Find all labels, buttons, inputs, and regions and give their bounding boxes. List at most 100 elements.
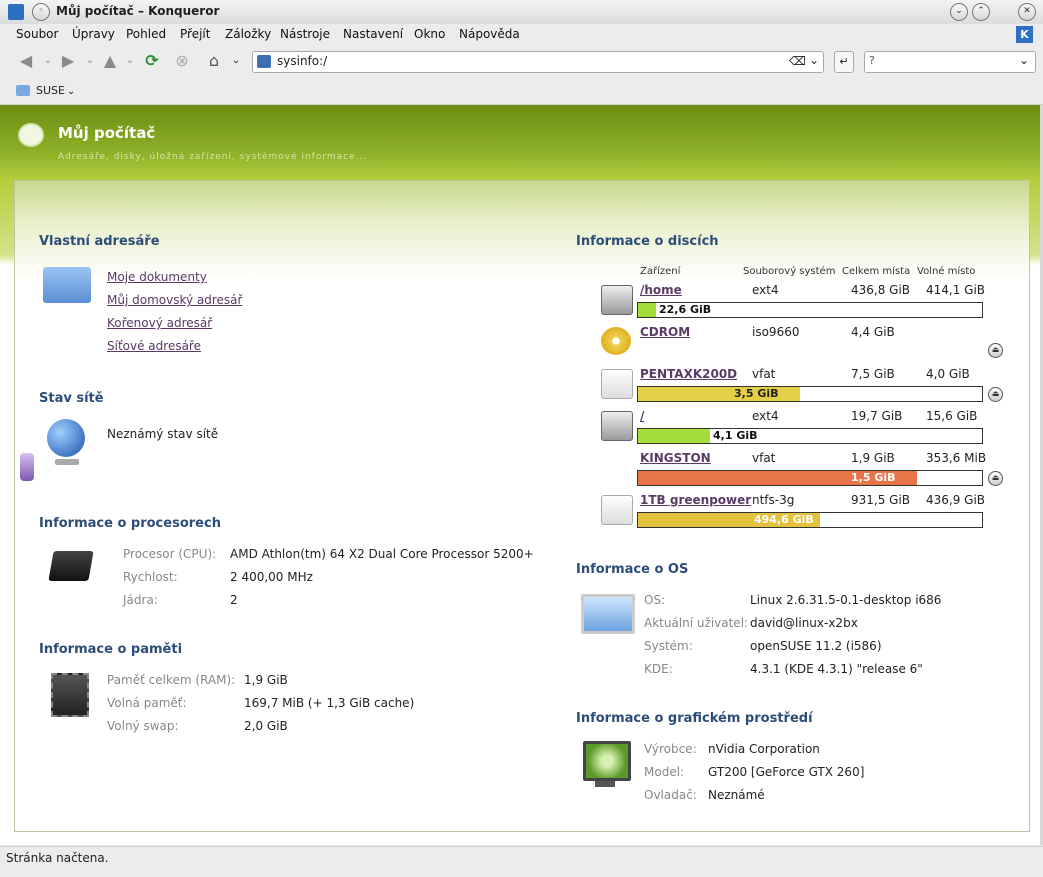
page-subtitle: Adresáře, disky, úložná zařízení, systém… bbox=[58, 152, 368, 162]
up-arrow-icon[interactable]: ▲ bbox=[100, 51, 120, 71]
menu-pohled[interactable]: Pohled bbox=[126, 27, 166, 41]
usb-drive-icon bbox=[601, 369, 633, 399]
search-dropdown-icon[interactable]: ⌄ bbox=[1019, 53, 1029, 67]
kde-label: KDE: bbox=[644, 662, 673, 676]
reload-icon[interactable]: ⟳ bbox=[142, 51, 162, 71]
search-provider-icon[interactable]: ? bbox=[869, 54, 875, 67]
folder-icon bbox=[16, 85, 30, 96]
disk-total: 7,5 GiB bbox=[851, 367, 895, 381]
opensuse-logo-icon bbox=[18, 123, 44, 147]
cpu-chip-icon bbox=[48, 551, 94, 581]
disk-name-link[interactable]: /home bbox=[640, 283, 682, 297]
usb-drive-icon bbox=[601, 495, 633, 525]
menu-nastaveni[interactable]: Nastavení bbox=[343, 27, 403, 41]
disk-filesystem: vfat bbox=[752, 367, 776, 381]
disk-free: 436,9 GiB bbox=[926, 493, 986, 507]
col-filesystem: Souborový systém bbox=[743, 266, 836, 277]
col-device: Zařízení bbox=[640, 266, 681, 277]
menu-bar: Soubor Úpravy Pohled Přejít Záložky Nást… bbox=[0, 24, 1043, 46]
home-chevron-icon[interactable]: ⌄ bbox=[226, 51, 246, 71]
disk-name-link[interactable]: / bbox=[640, 409, 644, 423]
url-dropdown-icon[interactable]: ⌄ bbox=[809, 53, 819, 67]
bookmark-folder-suse[interactable]: SUSE ⌄ bbox=[14, 83, 84, 101]
ram-label: Paměť celkem (RAM): bbox=[107, 673, 236, 687]
model-value: GT200 [GeForce GTX 260] bbox=[708, 765, 865, 779]
eject-button[interactable]: ⏏ bbox=[988, 387, 1003, 402]
link-my-documents[interactable]: Moje dokumenty bbox=[107, 270, 207, 284]
disk-usage-bar: 1,5 GiB bbox=[637, 470, 983, 486]
url-text[interactable]: sysinfo:/ bbox=[277, 54, 327, 68]
link-home-folder[interactable]: Můj domovský adresář bbox=[107, 293, 242, 307]
ram-value: 1,9 GiB bbox=[244, 673, 288, 687]
menu-napoveda[interactable]: Nápověda bbox=[459, 27, 520, 41]
display-monitor-icon bbox=[583, 741, 631, 781]
disk-usage-bar: 22,6 GiB bbox=[637, 302, 983, 318]
menu-prejit[interactable]: Přejít bbox=[180, 27, 210, 41]
go-button[interactable]: ↵ bbox=[834, 51, 854, 73]
eject-button[interactable]: ⏏ bbox=[988, 471, 1003, 486]
toolbar: ◀ ⌄ ▶ ⌄ ▲ ⌄ ⟳ ⊗ ⌂ ⌄ sysinfo:/ ⌫ ⌄ ↵ ? ⌄ bbox=[0, 46, 1043, 78]
disk-used-label: 3,5 GiB bbox=[734, 387, 779, 400]
info-panel: Vlastní adresáře Moje dokumenty Můj domo… bbox=[14, 180, 1030, 832]
swap-value: 2,0 GiB bbox=[244, 719, 288, 733]
os-label: OS: bbox=[644, 593, 666, 607]
window-menu-icon[interactable]: ◦ bbox=[32, 3, 50, 21]
computer-icon bbox=[581, 594, 635, 634]
eject-button[interactable]: ⏏ bbox=[988, 343, 1003, 358]
vendor-label: Výrobce: bbox=[644, 742, 697, 756]
cores-value: 2 bbox=[230, 593, 238, 607]
app-icon[interactable] bbox=[8, 4, 24, 20]
disk-name-link[interactable]: PENTAXK200D bbox=[640, 367, 737, 381]
maximize-button[interactable]: ⌃ bbox=[972, 3, 990, 21]
disk-free: 414,1 GiB bbox=[926, 283, 986, 297]
forward-history-chevron-icon[interactable]: ⌄ bbox=[80, 51, 100, 71]
back-arrow-icon[interactable]: ◀ bbox=[16, 51, 36, 71]
user-label: Aktuální uživatel: bbox=[644, 616, 749, 630]
os-title: Informace o OS bbox=[576, 562, 689, 577]
disk-total: 4,4 GiB bbox=[851, 325, 895, 339]
disk-filesystem: iso9660 bbox=[752, 325, 800, 339]
cores-label: Jádra: bbox=[123, 593, 158, 607]
minimize-button[interactable]: ⌄ bbox=[950, 3, 968, 21]
disk-name-link[interactable]: 1TB greenpower bbox=[640, 493, 751, 507]
disk-usage-fill bbox=[638, 429, 710, 443]
clear-url-icon[interactable]: ⌫ bbox=[789, 54, 806, 68]
hdd-icon bbox=[601, 285, 633, 315]
disk-usage-bar: 494,6 GiB bbox=[637, 512, 983, 528]
disk-filesystem: ext4 bbox=[752, 409, 779, 423]
menu-upravy[interactable]: Úpravy bbox=[72, 27, 115, 41]
user-value: david@linux-x2bx bbox=[750, 616, 858, 630]
usb-stick-icon bbox=[20, 453, 34, 481]
forward-arrow-icon[interactable]: ▶ bbox=[58, 51, 78, 71]
close-button[interactable]: ✕ bbox=[1018, 3, 1036, 21]
disk-name-link[interactable]: KINGSTON bbox=[640, 451, 711, 465]
memory-title: Informace o paměti bbox=[39, 642, 183, 657]
link-root-folder[interactable]: Kořenový adresář bbox=[107, 316, 212, 330]
disk-name-link[interactable]: CDROM bbox=[640, 325, 690, 339]
url-bar[interactable]: sysinfo:/ ⌫ ⌄ bbox=[252, 51, 824, 73]
driver-value: Neznámé bbox=[708, 788, 765, 802]
up-history-chevron-icon[interactable]: ⌄ bbox=[120, 51, 140, 71]
speed-label: Rychlost: bbox=[123, 570, 178, 584]
cdrom-icon bbox=[601, 327, 631, 355]
menu-zalozky[interactable]: Záložky bbox=[225, 27, 271, 41]
network-stand-icon bbox=[55, 459, 79, 465]
menu-soubor[interactable]: Soubor bbox=[16, 27, 58, 41]
back-history-chevron-icon[interactable]: ⌄ bbox=[38, 51, 58, 71]
col-free: Volné místo bbox=[917, 266, 976, 277]
content-area: Můj počítač Adresáře, disky, úložná zaří… bbox=[0, 105, 1040, 845]
col-total: Celkem místa bbox=[842, 266, 911, 277]
os-value: Linux 2.6.31.5-0.1-desktop i686 bbox=[750, 593, 942, 607]
disk-free: 353,6 MiB bbox=[926, 451, 987, 465]
status-text: Stránka načtena. bbox=[6, 851, 109, 865]
link-network-folders[interactable]: Síťové adresáře bbox=[107, 339, 201, 353]
home-icon[interactable]: ⌂ bbox=[204, 51, 224, 71]
memory-chip-icon bbox=[51, 673, 89, 717]
stop-icon[interactable]: ⊗ bbox=[172, 51, 192, 71]
menu-okno[interactable]: Okno bbox=[414, 27, 445, 41]
web-search-field[interactable]: ? ⌄ bbox=[864, 51, 1036, 73]
menu-nastroje[interactable]: Nástroje bbox=[280, 27, 330, 41]
window-title: Můj počítač – Konqueror bbox=[56, 4, 220, 18]
disk-used-label: 494,6 GiB bbox=[754, 513, 814, 526]
model-label: Model: bbox=[644, 765, 685, 779]
